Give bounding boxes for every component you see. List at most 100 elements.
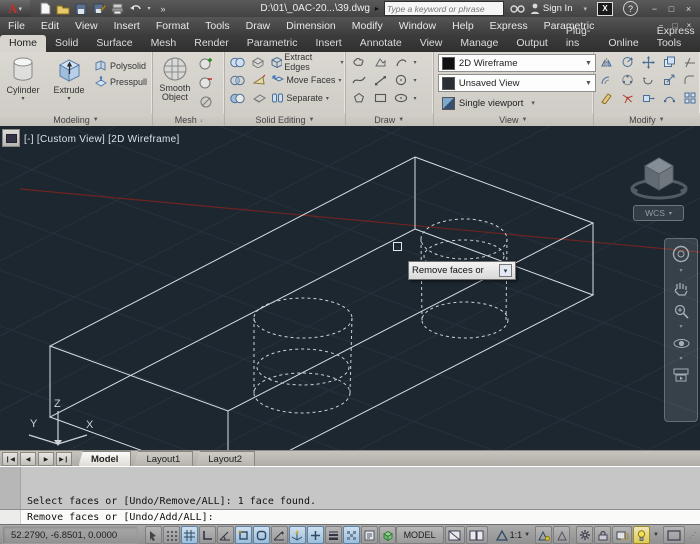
menu-format[interactable]: Format — [148, 20, 197, 32]
chevron-down-icon[interactable]: ▾ — [679, 326, 682, 329]
rotate-ccw-button[interactable] — [639, 71, 658, 89]
object-snap-toggle[interactable] — [235, 526, 252, 544]
viewport-controls-label[interactable]: [-] [Custom View] [2D Wireframe] — [24, 134, 180, 145]
menu-help[interactable]: Help — [444, 20, 482, 32]
panel-label-solid-editing[interactable]: Solid Editing▼ — [225, 113, 344, 126]
snap-mode-toggle[interactable] — [163, 526, 180, 544]
intersect-button[interactable] — [228, 71, 247, 89]
tab-solid[interactable]: Solid — [46, 35, 87, 52]
clean-screen-button[interactable] — [663, 526, 685, 544]
next-tab-button[interactable]: ▶ — [38, 452, 54, 466]
tab-render[interactable]: Render — [185, 35, 237, 52]
tab-insert[interactable]: Insert — [306, 35, 350, 52]
tab-surface[interactable]: Surface — [87, 35, 141, 52]
lineweight-toggle[interactable] — [325, 526, 342, 544]
tab-mesh[interactable]: Mesh — [142, 35, 186, 52]
visual-style-dropdown[interactable]: 2D Wireframe ▼ — [438, 54, 596, 72]
tab-annotate[interactable]: Annotate — [351, 35, 411, 52]
quick-view-drawings-button[interactable] — [466, 526, 488, 544]
chevron-down-icon[interactable]: ▾ — [414, 95, 417, 102]
tab-layout1[interactable]: Layout1 — [133, 451, 193, 468]
dynamic-input-toggle[interactable] — [307, 526, 324, 544]
tab-output[interactable]: Output — [507, 35, 557, 52]
stretch-button[interactable] — [639, 89, 658, 107]
transparency-toggle[interactable] — [343, 526, 360, 544]
presspull-button[interactable]: Presspull — [92, 74, 149, 89]
status-menu-chevron-icon[interactable]: ▼ — [653, 532, 659, 538]
panel-label-modify[interactable]: Modify▼ — [594, 113, 700, 126]
open-file-button[interactable] — [56, 2, 70, 15]
exchange-apps-icon[interactable]: X — [597, 2, 613, 16]
full-navigation-wheel-button[interactable] — [672, 245, 690, 263]
rotate-button[interactable] — [618, 53, 637, 71]
model-space-button[interactable]: MODEL — [396, 526, 444, 544]
tab-manage[interactable]: Manage — [451, 35, 507, 52]
drawing-viewport[interactable]: Z Y X [-] [Custom View] [2D Wireframe] R… — [0, 126, 700, 450]
autoscale-annotations-button[interactable] — [553, 526, 570, 544]
search-input[interactable] — [385, 3, 503, 14]
smooth-less-button[interactable] — [197, 74, 216, 92]
coordinates-readout[interactable]: 52.2790, -6.8501, 0.0000 — [2, 526, 138, 544]
menu-file[interactable]: File — [0, 20, 33, 32]
menu-modify[interactable]: Modify — [344, 20, 391, 32]
trim-button[interactable] — [681, 53, 700, 71]
quick-properties-toggle[interactable] — [361, 526, 378, 544]
toolbar-lock-button[interactable] — [594, 526, 611, 544]
line-button[interactable] — [371, 71, 390, 89]
move-button[interactable] — [639, 53, 658, 71]
dialog-launcher-icon[interactable]: ⌟ — [200, 116, 203, 123]
zoom-button[interactable] — [673, 303, 689, 319]
offset-button[interactable] — [597, 71, 616, 89]
tab-express-tools[interactable]: Express Tools — [648, 23, 700, 52]
plot-button[interactable] — [110, 2, 124, 15]
unsmooth-button[interactable] — [197, 93, 216, 111]
union-button[interactable] — [228, 53, 246, 71]
command-input-line[interactable]: Remove faces or [Undo/Add/ALL]: — [0, 509, 700, 525]
subtract-button[interactable] — [228, 89, 247, 107]
help-button[interactable]: ? — [623, 1, 638, 16]
first-tab-button[interactable]: ❙◀ — [2, 452, 18, 466]
save-as-button[interactable] — [92, 2, 106, 15]
chevron-down-icon[interactable]: ▾ — [414, 59, 417, 66]
array-polar-button[interactable] — [618, 71, 637, 89]
command-history-gutter[interactable] — [0, 467, 21, 510]
copy-button[interactable] — [660, 53, 679, 71]
annotation-scale-control[interactable]: 1:1 ▼ — [496, 530, 530, 541]
selection-cycling-toggle[interactable] — [379, 526, 396, 544]
polygon-button[interactable] — [350, 89, 369, 107]
array-button[interactable] — [681, 89, 700, 107]
isolate-objects-button[interactable] — [633, 526, 650, 544]
ellipse-button[interactable] — [392, 89, 411, 107]
annotation-visibility-button[interactable] — [535, 526, 552, 544]
tab-layout2[interactable]: Layout2 — [195, 451, 255, 468]
extrude-button[interactable]: Extrude ▾ — [46, 53, 92, 102]
tab-online[interactable]: Online — [599, 35, 647, 52]
close-button[interactable]: × — [680, 2, 697, 15]
tab-view[interactable]: View — [411, 35, 452, 52]
object-snap-tracking-toggle[interactable] — [271, 526, 288, 544]
tab-home[interactable]: Home — [0, 35, 46, 52]
smooth-object-button[interactable]: Smooth Object — [153, 53, 197, 102]
maximize-button[interactable]: □ — [663, 2, 680, 15]
join-button[interactable] — [660, 89, 679, 107]
tab-parametric[interactable]: Parametric — [238, 35, 307, 52]
dynamic-ucs-toggle[interactable] — [289, 526, 306, 544]
sign-in-button[interactable]: Sign In ▾ — [530, 3, 587, 14]
polar-tracking-toggle[interactable] — [217, 526, 234, 544]
menu-edit[interactable]: Edit — [33, 20, 67, 32]
solid-history-button[interactable] — [249, 53, 267, 71]
arc-button[interactable] — [392, 53, 411, 71]
menu-insert[interactable]: Insert — [106, 20, 148, 32]
new-file-button[interactable] — [38, 2, 52, 15]
viewport-corner-button[interactable] — [2, 129, 20, 147]
hardware-acceleration-button[interactable] — [612, 526, 632, 544]
viewcube-wcs-dropdown[interactable]: WCS ▾ — [633, 205, 684, 221]
workspace-switching-button[interactable] — [576, 526, 593, 544]
chevron-down-icon[interactable]: ▾ — [414, 77, 417, 84]
tab-model[interactable]: Model — [78, 451, 131, 468]
ortho-mode-toggle[interactable] — [199, 526, 216, 544]
menu-dimension[interactable]: Dimension — [278, 20, 344, 32]
command-history[interactable]: Select faces or [Undo/Remove/ALL]: 1 fac… — [0, 466, 700, 510]
named-view-dropdown[interactable]: Unsaved View ▼ — [438, 74, 596, 92]
title-expand-icon[interactable]: ▸ — [375, 4, 379, 13]
